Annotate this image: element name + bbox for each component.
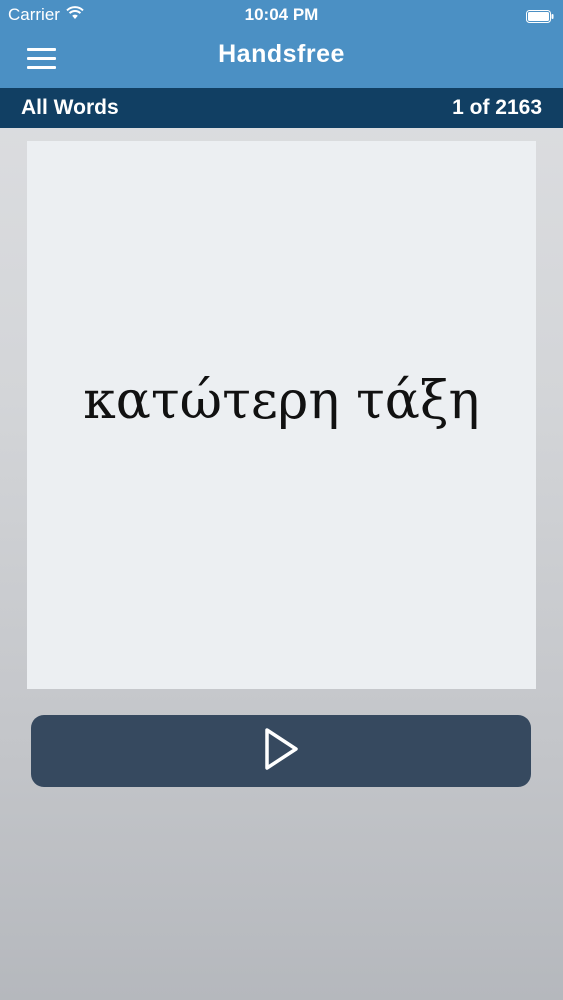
hamburger-menu-icon (22, 48, 58, 78)
battery-icon (526, 8, 554, 23)
flashcard-word: κατώτερη τάξη (83, 371, 480, 431)
list-info-bar: All Words 1 of 2163 (0, 88, 563, 128)
top-bar: Carrier 10:04 PM Handsfree (0, 0, 563, 88)
word-list-name: All Words (21, 96, 119, 119)
flashcard[interactable]: κατώτερη τάξη (27, 141, 536, 689)
navigation-bar: Handsfree (0, 30, 563, 88)
status-bar: Carrier 10:04 PM (0, 0, 563, 30)
menu-button[interactable] (22, 44, 58, 74)
page-title: Handsfree (218, 40, 345, 68)
word-position-counter: 1 of 2163 (452, 96, 542, 119)
play-icon (261, 726, 301, 777)
status-time: 10:04 PM (244, 5, 319, 24)
play-button[interactable] (31, 715, 531, 787)
